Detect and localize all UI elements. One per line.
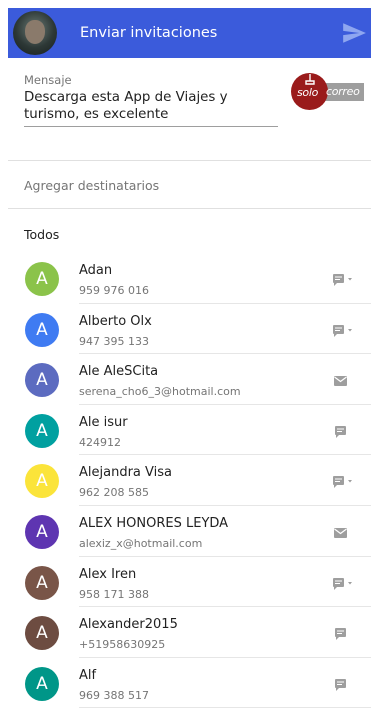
contact-avatar: A: [25, 514, 59, 549]
contact-row[interactable]: A Alex Iren 958 171 388: [0, 557, 371, 608]
app-bar: Enviar invitaciones: [8, 8, 371, 58]
message-underline: [24, 126, 278, 127]
contact-detail: 958 171 388: [79, 587, 149, 601]
contact-avatar: A: [25, 413, 59, 448]
contact-name: Alexander2015: [79, 617, 178, 633]
solo-correo-logo: solo correo: [291, 72, 364, 110]
page-title: Enviar invitaciones: [80, 25, 218, 41]
logo-word-solo: solo: [297, 86, 319, 99]
status-strip: [0, 0, 371, 8]
section-title: Todos: [24, 227, 60, 242]
contact-detail: serena_cho6_3@hotmail.com: [79, 385, 241, 399]
sms-dropdown-icon[interactable]: [333, 577, 355, 590]
contact-row[interactable]: A Alf 969 388 517: [0, 658, 371, 708]
contact-row[interactable]: A Ale isur 424912: [0, 405, 371, 456]
email-icon[interactable]: [333, 527, 355, 539]
contact-name: ALEX HONORES LEYDA: [79, 515, 229, 531]
contact-avatar: A: [25, 464, 59, 499]
contact-name: Alberto Olx: [79, 313, 152, 329]
contact-row[interactable]: A Alexander2015 +51958630925: [0, 607, 371, 658]
contact-detail: 959 976 016: [79, 284, 149, 297]
contact-row[interactable]: A Ale AleSCita serena_cho6_3@hotmail.com: [0, 354, 371, 405]
contact-name: Alf: [79, 667, 97, 683]
contact-name: Alejandra Visa: [79, 465, 172, 481]
divider: [8, 160, 371, 161]
contact-detail: alexiz_x@hotmail.com: [79, 536, 203, 550]
contact-detail: +51958630925: [79, 638, 166, 652]
send-icon[interactable]: [341, 20, 367, 46]
sms-icon[interactable]: [333, 678, 355, 691]
message-text[interactable]: Descarga esta App de Viajes y turismo, e…: [24, 89, 278, 123]
contact-avatar: A: [25, 262, 59, 296]
contact-name: Adan: [79, 263, 113, 278]
contact-name: Ale AleSCita: [79, 364, 159, 380]
sms-dropdown-icon[interactable]: [333, 324, 355, 337]
sms-dropdown-icon[interactable]: [333, 274, 355, 286]
contact-avatar: A: [25, 363, 59, 398]
user-avatar[interactable]: [13, 11, 57, 55]
contact-row[interactable]: A Alejandra Visa 962 208 585: [0, 455, 371, 506]
add-recipients-input[interactable]: Agregar destinatarios: [24, 178, 159, 193]
divider: [8, 208, 371, 209]
contact-name: Ale isur: [79, 414, 128, 430]
logo-word-correo: correo: [326, 85, 360, 98]
sms-dropdown-icon[interactable]: [333, 476, 355, 489]
sms-icon[interactable]: [333, 628, 355, 641]
sms-icon[interactable]: [333, 425, 355, 438]
email-icon[interactable]: [333, 375, 355, 387]
message-label: Mensaje: [24, 73, 72, 87]
contact-row[interactable]: A Adan 959 976 016: [0, 253, 371, 304]
contact-name: Alex Iren: [79, 566, 137, 582]
contact-detail: 962 208 585: [79, 486, 149, 500]
contact-detail: 969 388 517: [79, 688, 149, 702]
contact-row[interactable]: A Alberto Olx 947 395 133: [0, 304, 371, 355]
message-field[interactable]: Mensaje Descarga esta App de Viajes y tu…: [24, 73, 278, 127]
contact-avatar: A: [25, 666, 59, 701]
contact-row[interactable]: A ALEX HONORES LEYDA alexiz_x@hotmail.com: [0, 506, 371, 557]
contact-avatar: A: [25, 312, 59, 347]
contact-avatar: A: [25, 616, 59, 651]
contact-detail: 947 395 133: [79, 334, 149, 348]
contact-avatar: A: [25, 565, 59, 600]
contact-detail: 424912: [79, 435, 121, 449]
contact-list: A Adan 959 976 016 A Alberto Olx 947 395 133 A…: [0, 253, 371, 708]
